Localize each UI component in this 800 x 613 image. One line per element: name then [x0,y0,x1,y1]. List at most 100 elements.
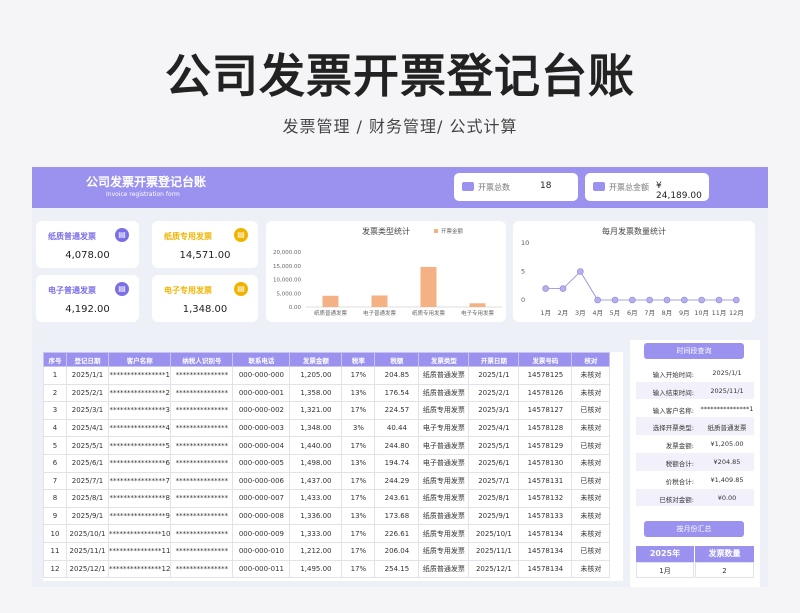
table-cell: 000-000-009 [232,524,291,543]
table-row[interactable]: 10 2025/10/1 ***************10 ************… [43,524,611,543]
x-tick-label: 纸质普通发票 [314,309,348,317]
table-cell: 纸质普通发票 [418,383,470,403]
table-row[interactable]: 8 2025/8/1 ****************8 **************… [43,489,611,508]
table-cell: 000-000-004 [232,436,291,455]
query-value[interactable]: 纸质普通发票 [700,422,754,432]
column-header[interactable]: 发票号码 [518,352,573,367]
column-header[interactable]: 发票金额 [289,352,343,367]
table-cell: 1,333.00 [289,524,343,543]
table-row[interactable]: 3 2025/3/1 ****************3 **************… [43,401,611,420]
kpi-value: 4,192.00 [65,304,110,315]
query-value[interactable]: ¥0.00 [700,494,754,502]
column-header[interactable]: 税率 [341,352,376,367]
table-row[interactable]: 1 2025/1/1 ****************1 **************… [43,366,611,385]
monthly-count-chart: 每月发票数量统计 10 5 0 1月 2月 3月 4月 5月 6月 7月 8月 9月 10月 11月 12月 [513,221,755,322]
table-cell: 1,498.00 [289,453,343,473]
table-cell: 已核对 [571,401,611,420]
table-cell: 000-000-002 [232,401,291,420]
bar [469,303,486,307]
table-row[interactable]: 12 2025/12/1 ***************12 ************… [43,559,611,579]
table-cell: 1,321.00 [289,401,343,420]
column-header[interactable]: 联系电话 [232,352,291,367]
query-value[interactable]: 2025/1/1 [700,369,754,377]
table-cell: 2025/3/1 [66,401,109,420]
table-cell: 已核对 [571,541,611,561]
table-cell: 未核对 [571,559,611,579]
kpi-value: 14,571.00 [179,250,231,261]
table-cell: 3 [43,401,67,420]
table-row[interactable]: 2 2025/2/1 ****************2 **************… [43,383,611,403]
x-tick-label: 4月 [592,309,603,317]
y-tick-label: 5,000.00 [277,291,302,297]
period-query-button[interactable]: 时间段查询 [644,343,744,359]
table-cell: 244.29 [374,471,420,491]
total-amount-value: ¥ 24,189.00 [656,181,702,201]
table-cell: 14578126 [518,383,573,403]
table-cell: 1,440.00 [289,436,343,455]
monthly-summary-button[interactable]: 按月份汇总 [644,521,744,537]
column-header[interactable]: 客户名称 [107,352,172,367]
table-cell: 未核对 [571,524,611,543]
banner-subtitle: Invoice registration form [106,191,180,198]
x-tick-label: 3月 [575,309,586,317]
column-header[interactable]: 开票日期 [468,352,520,367]
legend-label: 开票金额 [441,227,464,235]
invoice-icon: ▤ [234,282,248,296]
table-row[interactable]: 4 2025/4/1 ****************4 **************… [43,418,611,438]
table-cell: 17% [341,436,376,455]
table-cell: *************** [170,559,234,579]
column-header[interactable]: 税额 [374,352,420,367]
data-point [733,296,740,304]
kpi-card: 电子专用发票 ▤ 1,348.00 [152,275,258,322]
table-row[interactable]: 9 2025/9/1 ****************9 **************… [43,506,611,526]
column-header[interactable]: 发票类型 [418,352,470,367]
table-row[interactable]: 6 2025/6/1 ****************6 **************… [43,453,611,473]
y-tick-label: 10,000.00 [273,278,301,284]
table-cell: 2025/7/1 [66,471,109,491]
table-cell: 1,205.00 [289,366,343,385]
query-value[interactable]: ***************1 [700,405,754,413]
table-cell: 000-000-006 [232,471,291,491]
column-header[interactable]: 核对 [571,352,611,367]
table-row[interactable]: 7 2025/7/1 ****************7 **************… [43,471,611,491]
column-header[interactable]: 序号 [43,352,67,367]
table-cell: 未核对 [571,506,611,526]
query-label: 已核对金额: [659,495,694,504]
ledger-sheet: 公司发票开票登记台账 Invoice registration form 开票总… [32,167,768,587]
query-value[interactable]: ¥1,409.85 [700,476,754,484]
query-value[interactable]: ¥204.85 [700,458,754,466]
table-cell: 2025/11/1 [468,541,520,561]
x-tick-label: 12月 [729,309,744,317]
query-value[interactable]: ¥1,205.00 [700,440,754,448]
table-cell: 14578131 [518,471,573,491]
invoice-table: 序号 登记日期 客户名称 纳税人识别号 联系电话 发票金额 税率 税额 发票类型 开票日期 发票号码… [43,352,623,581]
table-cell: 1,358.00 [289,383,343,403]
table-row[interactable]: 5 2025/5/1 ****************5 **************… [43,436,611,455]
table-cell: 000-000-003 [232,418,291,438]
table-cell: 未核对 [571,489,611,508]
bar-chart-svg: 20,000.00 15,000.00 10,000.00 5,000.00 0.00 纸… [273,227,502,317]
table-cell: 电子普通发票 [418,453,470,473]
table-cell: 17% [341,489,376,508]
table-cell: 纸质普通发票 [418,366,470,385]
legend-swatch [434,229,438,233]
table-cell: *************** [170,489,234,508]
total-count-label: 开票总数 [478,183,510,192]
query-row: 输入开始时间: 2025/1/1 [636,364,754,382]
column-header[interactable]: 登记日期 [66,352,109,367]
table-cell: 9 [43,506,67,526]
bar [322,295,339,307]
series-line [545,270,737,301]
table-cell: 已核对 [571,436,611,455]
table-cell: 11 [43,541,67,561]
x-tick-label: 电子专用发票 [461,309,495,317]
query-value[interactable]: 2025/11/1 [700,387,754,395]
table-cell: 2025/3/1 [468,401,520,420]
table-cell: 1,433.00 [289,489,343,508]
table-row[interactable]: 11 2025/11/1 ***************11 ************… [43,541,611,561]
table-cell: *************** [170,401,234,420]
line-chart-svg: 10 5 0 1月 2月 3月 4月 5月 6月 7月 8月 9月 10月 11月 12月 [521,239,744,317]
table-cell: 254.15 [374,559,420,579]
column-header[interactable]: 纳税人识别号 [170,352,234,367]
y-tick-label: 0 [521,296,525,304]
